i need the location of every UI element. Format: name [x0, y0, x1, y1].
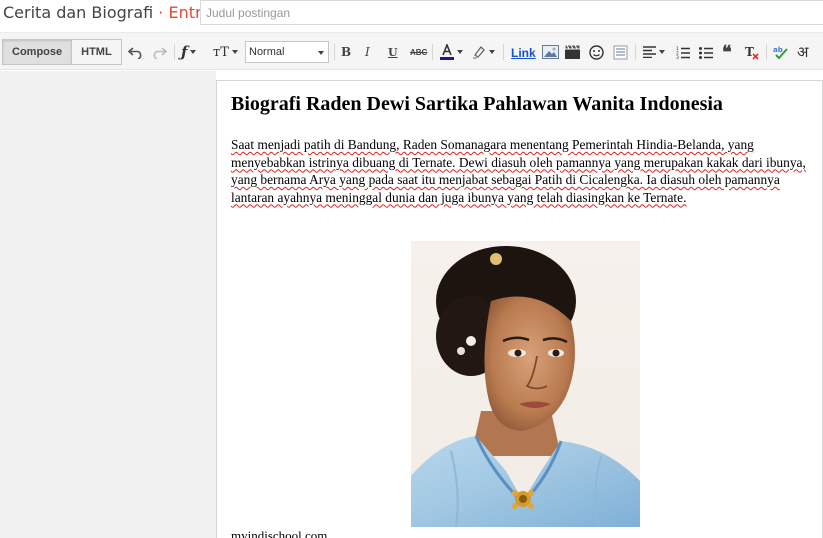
editor-toolbar: Compose HTML ƒ ᴛT Normal B I U ABC Link [0, 32, 823, 70]
text-color-icon[interactable] [440, 42, 463, 62]
image-caption: myindischool.com [231, 528, 328, 538]
compose-mode-button[interactable]: Compose [2, 39, 73, 65]
insert-image-icon[interactable] [542, 42, 559, 62]
paragraph-format-value: Normal [249, 46, 285, 58]
post-paragraph-text: Saat menjadi patih di Bandung, Raden Som… [231, 137, 806, 205]
html-mode-button[interactable]: HTML [72, 39, 122, 65]
redo-icon[interactable] [151, 42, 167, 62]
insert-emoji-icon[interactable] [589, 42, 604, 62]
strikethrough-icon[interactable]: ABC [410, 42, 427, 62]
post-paragraph[interactable]: Saat menjadi patih di Bandung, Raden Som… [231, 136, 819, 206]
numbered-list-icon[interactable]: 123 [676, 42, 690, 62]
paragraph-format-select[interactable]: Normal [245, 41, 329, 63]
svg-text:ab: ab [773, 46, 783, 54]
post-body-editor[interactable]: Biografi Raden Dewi Sartika Pahlawan Wan… [216, 80, 823, 538]
editor-mode-switch: Compose HTML [2, 39, 122, 65]
post-header: Cerita dan Biografi · Entri [0, 0, 823, 30]
italic-icon[interactable]: I [365, 42, 370, 62]
toolbar-divider [432, 44, 433, 60]
align-icon[interactable] [643, 42, 665, 62]
post-heading[interactable]: Biografi Raden Dewi Sartika Pahlawan Wan… [231, 93, 723, 116]
insert-video-icon[interactable] [565, 42, 580, 62]
svg-text:3: 3 [676, 55, 679, 59]
toolbar-divider [503, 44, 504, 60]
bold-icon[interactable]: B [341, 42, 351, 62]
input-tools-button[interactable]: अ [797, 42, 808, 62]
breadcrumb-separator: · [153, 3, 169, 22]
toolbar-divider [174, 44, 175, 60]
toolbar-divider [766, 44, 767, 60]
bullet-list-icon[interactable] [699, 42, 713, 62]
undo-icon[interactable] [128, 42, 144, 62]
font-family-icon[interactable]: ƒ [181, 42, 197, 62]
blog-name[interactable]: Cerita dan Biografi [3, 3, 153, 22]
toolbar-divider [334, 44, 335, 60]
spellcheck-icon[interactable]: ab [773, 42, 788, 62]
toolbar-divider [635, 44, 636, 60]
svg-text:T: T [745, 45, 754, 59]
insert-link-button[interactable]: Link [511, 43, 536, 63]
post-title-input[interactable] [200, 0, 823, 25]
editor-gutter [0, 71, 216, 538]
highlight-color-icon[interactable] [472, 42, 495, 62]
portrait-image[interactable] [411, 241, 640, 527]
remove-formatting-icon[interactable]: T [744, 42, 759, 62]
underline-icon[interactable]: U [388, 42, 398, 62]
font-size-icon[interactable]: ᴛT [213, 42, 238, 62]
breadcrumb: Cerita dan Biografi · Entri [3, 3, 206, 22]
chevron-down-icon [318, 51, 324, 55]
insert-jump-break-icon[interactable] [613, 42, 628, 62]
quote-icon[interactable]: ❝ [722, 42, 732, 63]
